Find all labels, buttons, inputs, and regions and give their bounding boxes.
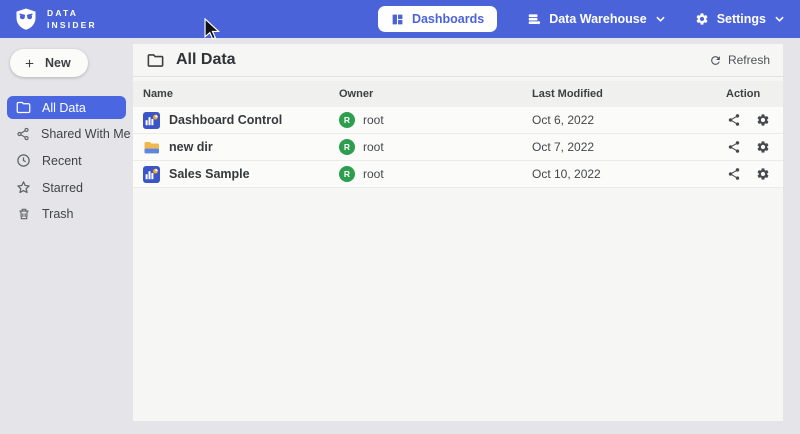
gear-icon [695, 12, 709, 26]
column-header-owner: Owner [339, 88, 532, 100]
column-header-last-modified: Last Modified [532, 88, 726, 100]
sidebar: New All Data Shared With Me Re [0, 38, 133, 434]
row-settings-button[interactable] [756, 167, 770, 181]
table-row[interactable]: Sales Sample R root Oct 10, 2022 [133, 161, 783, 188]
column-header-action: Action [726, 88, 783, 100]
owner-avatar: R [339, 139, 355, 155]
plus-icon [23, 57, 36, 70]
new-button[interactable]: New [10, 49, 88, 77]
owner-avatar: R [339, 112, 355, 128]
sidebar-nav: All Data Shared With Me Recent S [0, 96, 133, 225]
navbar-menus: Dashboards Data Warehouse [378, 6, 784, 32]
share-button[interactable] [727, 113, 741, 127]
sidebar-item-label: Trash [42, 207, 74, 221]
sidebar-item-label: Starred [42, 181, 83, 195]
row-settings-button[interactable] [756, 113, 770, 127]
sidebar-item-label: Recent [42, 154, 82, 168]
sidebar-item-shared-with-me[interactable]: Shared With Me [7, 123, 126, 145]
item-name: Sales Sample [169, 167, 250, 181]
trash-icon [17, 207, 31, 221]
table-row[interactable]: new dir R root Oct 7, 2022 [133, 134, 783, 161]
settings-menu[interactable]: Settings [695, 12, 784, 26]
owner-avatar: R [339, 166, 355, 182]
brand-name: DATA INSIDER [47, 7, 97, 32]
main-content: All Data Refresh Name Owner Last Modifie… [133, 44, 783, 421]
chevron-down-icon [775, 16, 784, 22]
item-name: Dashboard Control [169, 113, 282, 127]
brand: DATA INSIDER [14, 7, 97, 32]
page-title: All Data [176, 51, 236, 69]
owner-name: root [363, 140, 384, 154]
last-modified-date: Oct 7, 2022 [532, 140, 726, 154]
sidebar-item-label: Shared With Me [41, 127, 131, 141]
folder-outline-icon [146, 51, 165, 70]
sidebar-item-label: All Data [42, 101, 86, 115]
row-type-icon [143, 166, 160, 183]
row-type-icon [143, 139, 160, 156]
last-modified-date: Oct 10, 2022 [532, 167, 726, 181]
share-button[interactable] [727, 140, 741, 154]
share-icon [727, 140, 741, 154]
sidebar-item-all-data[interactable]: All Data [7, 96, 126, 119]
gear-icon [756, 140, 770, 154]
column-header-name: Name [143, 88, 339, 100]
last-modified-date: Oct 6, 2022 [532, 113, 726, 127]
chevron-down-icon [656, 16, 665, 22]
page-header: All Data Refresh [133, 44, 783, 77]
dashboards-button[interactable]: Dashboards [378, 6, 497, 32]
owner-name: root [363, 113, 384, 127]
dashboard-grid-icon [391, 13, 404, 26]
dashboard-file-icon [143, 112, 160, 129]
dashboard-file-icon [143, 166, 160, 183]
refresh-icon [709, 54, 722, 67]
table-header-row: Name Owner Last Modified Action [133, 81, 783, 107]
share-icon [727, 167, 741, 181]
table-body: Dashboard Control R root Oct 6, 2022 [133, 107, 783, 188]
owner-name: root [363, 167, 384, 181]
row-type-icon [143, 112, 160, 129]
folder-file-icon [143, 139, 160, 156]
folder-icon [16, 100, 31, 115]
share-icon [727, 113, 741, 127]
gear-icon [756, 113, 770, 127]
table-row[interactable]: Dashboard Control R root Oct 6, 2022 [133, 107, 783, 134]
item-name: new dir [169, 140, 213, 154]
sidebar-item-recent[interactable]: Recent [7, 149, 126, 172]
star-icon [16, 180, 31, 195]
gear-icon [756, 167, 770, 181]
refresh-button[interactable]: Refresh [709, 53, 770, 67]
sidebar-item-trash[interactable]: Trash [7, 203, 126, 225]
share-button[interactable] [727, 167, 741, 181]
owl-logo-icon [14, 7, 38, 31]
clock-icon [16, 153, 31, 168]
database-icon [527, 12, 541, 26]
row-settings-button[interactable] [756, 140, 770, 154]
share-icon [16, 127, 30, 141]
top-navbar: DATA INSIDER Dashboards Data Warehous [0, 0, 800, 38]
sidebar-item-starred[interactable]: Starred [7, 176, 126, 199]
data-warehouse-menu[interactable]: Data Warehouse [527, 12, 664, 26]
